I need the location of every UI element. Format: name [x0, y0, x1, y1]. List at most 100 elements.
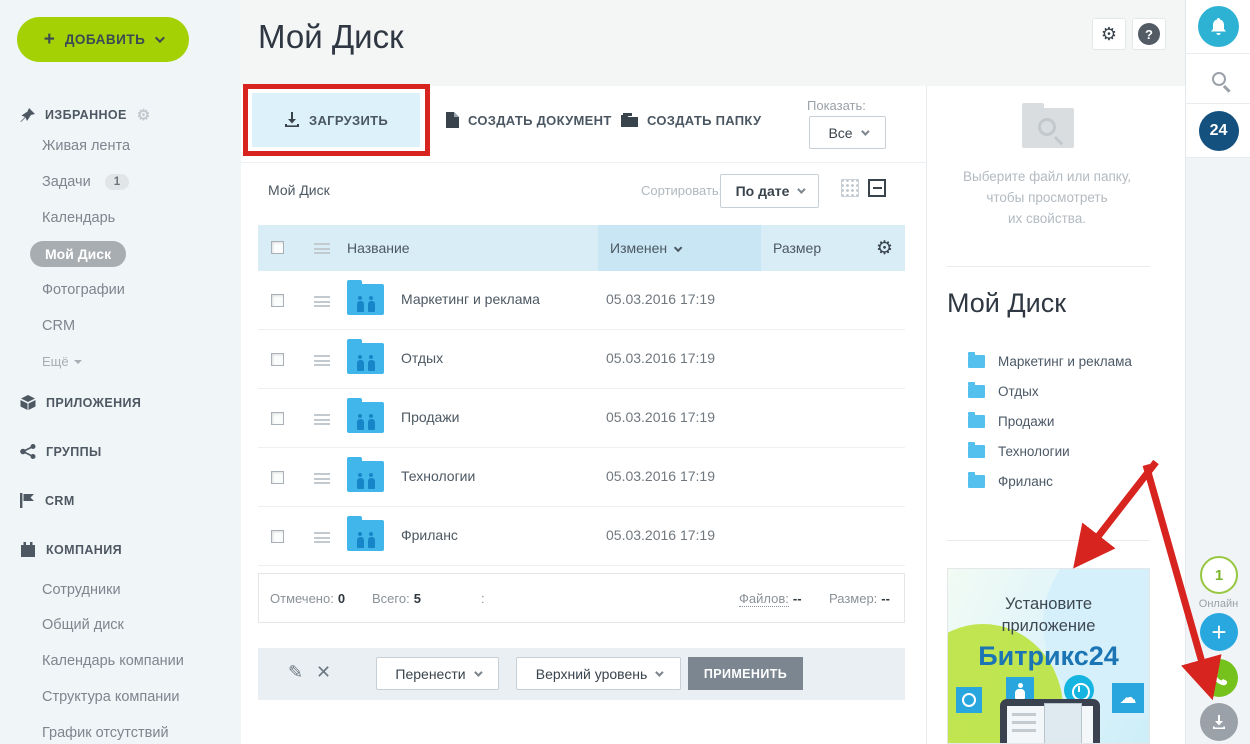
upload-button[interactable]: ЗАГРУЗИТЬ	[252, 93, 420, 147]
row-checkbox[interactable]	[271, 530, 284, 543]
row-drag-icon[interactable]	[314, 414, 330, 425]
tree-item-sales[interactable]: Продажи	[968, 412, 1054, 429]
table-settings-gear-icon[interactable]: ⚙	[876, 237, 893, 260]
sidebar-item-shared-disk[interactable]: Общий диск	[42, 617, 124, 633]
cloud-app-icon: ☁	[1112, 683, 1144, 713]
create-folder-button[interactable]: СОЗДАТЬ ПАПКУ	[621, 93, 761, 147]
folder-icon	[621, 113, 638, 127]
delete-x-icon[interactable]: ✕	[316, 662, 331, 683]
favorites-gear-icon[interactable]: ⚙	[137, 106, 151, 124]
sidebar-section-crm[interactable]: CRM	[20, 493, 75, 508]
sidebar-section-groups[interactable]: ГРУППЫ	[20, 444, 102, 459]
column-size[interactable]: Размер	[773, 240, 821, 256]
list-view-button[interactable]	[868, 179, 886, 197]
banner-line2: приложение	[1001, 617, 1096, 635]
help-button[interactable]: ?	[1132, 18, 1166, 50]
row-drag-icon[interactable]	[314, 473, 330, 484]
row-checkbox[interactable]	[271, 412, 284, 425]
search-button[interactable]	[1186, 54, 1250, 104]
grid-view-button[interactable]	[841, 179, 859, 197]
row-name[interactable]: Технологии	[401, 468, 475, 484]
badge-24: 24	[1198, 110, 1239, 151]
banner-brand: Битрикс24	[978, 641, 1119, 671]
groups-label: ГРУППЫ	[46, 444, 102, 459]
row-name[interactable]: Фриланс	[401, 527, 458, 543]
sort-select[interactable]: По дате	[720, 174, 819, 208]
sidebar-section-favorites[interactable]: ИЗБРАННОЕ ⚙	[20, 106, 151, 124]
apply-button[interactable]: ПРИМЕНИТЬ	[688, 657, 803, 690]
add-button-label: ДОБАВИТЬ	[64, 32, 146, 47]
online-users-badge[interactable]: 1	[1200, 556, 1238, 594]
row-drag-icon[interactable]	[314, 296, 330, 307]
sidebar-item-photos[interactable]: Фотографии	[42, 282, 125, 298]
sidebar-item-employees[interactable]: Сотрудники	[42, 582, 121, 598]
sidebar-section-company[interactable]: КОМПАНИЯ	[20, 542, 122, 557]
sidebar-item-crm[interactable]: CRM	[42, 318, 75, 334]
sidebar-item-company-structure[interactable]: Структура компании	[42, 689, 179, 705]
phone-button[interactable]	[1200, 659, 1238, 697]
caret-down-icon	[73, 360, 82, 364]
settings-button[interactable]: ⚙	[1092, 18, 1126, 50]
invite-plus-button[interactable]: +	[1200, 613, 1238, 651]
chevron-down-icon	[155, 33, 166, 44]
row-drag-icon[interactable]	[314, 355, 330, 366]
tree-item-freelance[interactable]: Фриланс	[968, 472, 1053, 489]
tree-item-label: Фриланс	[998, 474, 1053, 489]
sidebar-item-absence-chart[interactable]: График отсутствий	[42, 725, 169, 741]
divider	[947, 540, 1150, 541]
company-castle-icon	[21, 542, 35, 557]
menu-handle-icon[interactable]	[314, 243, 330, 254]
sidebar-item-more[interactable]: Ещё	[42, 354, 82, 369]
sidebar-item-calendar[interactable]: Календарь	[42, 210, 115, 226]
target-level-select[interactable]: Верхний уровень	[516, 657, 681, 690]
notifications-button[interactable]	[1186, 0, 1250, 54]
right-rail: 24 1 Онлайн +	[1185, 0, 1250, 744]
add-button[interactable]: + ДОБАВИТЬ	[17, 17, 189, 62]
table-row[interactable]: Продажи 05.03.2016 17:19	[258, 389, 905, 448]
row-checkbox[interactable]	[271, 294, 284, 307]
online-count: 1	[1214, 566, 1224, 584]
bitrix24-app-banner[interactable]: Установите приложение Битрикс24 ☁	[947, 568, 1150, 744]
bitrix24-badge[interactable]: 24	[1186, 104, 1250, 158]
table-row[interactable]: Маркетинг и реклама 05.03.2016 17:19	[258, 271, 905, 330]
row-checkbox[interactable]	[271, 471, 284, 484]
chevron-down-icon	[860, 126, 870, 136]
sidebar-item-live-feed[interactable]: Живая лента	[42, 138, 130, 154]
row-drag-icon[interactable]	[314, 532, 330, 543]
breadcrumb[interactable]: Мой Диск	[268, 182, 330, 198]
upload-label: ЗАГРУЗИТЬ	[309, 112, 388, 128]
move-select[interactable]: Перенести	[376, 657, 499, 690]
tasks-badge: 1	[104, 174, 130, 190]
edit-pencil-icon[interactable]: ✎	[288, 662, 303, 683]
show-label: Показать:	[807, 98, 866, 113]
sidebar-item-tasks[interactable]: Задачи 1	[42, 174, 130, 190]
chevron-down-icon	[473, 667, 483, 677]
download-app-button[interactable]	[1200, 703, 1238, 741]
colon-separator: :	[481, 591, 485, 606]
tree-item-marketing[interactable]: Маркетинг и реклама	[968, 352, 1132, 369]
sidebar-section-apps[interactable]: ПРИЛОЖЕНИЯ	[20, 395, 141, 410]
show-filter-select[interactable]: Все	[809, 116, 886, 149]
row-name[interactable]: Маркетинг и реклама	[401, 291, 540, 307]
table-row[interactable]: Фриланс 05.03.2016 17:19	[258, 507, 905, 566]
sidebar-item-my-disk-active[interactable]: Мой Диск	[30, 241, 127, 267]
table-row[interactable]: Отдых 05.03.2016 17:19	[258, 330, 905, 389]
row-checkbox[interactable]	[271, 353, 284, 366]
table-row[interactable]: Технологии 05.03.2016 17:19	[258, 448, 905, 507]
row-modified: 05.03.2016 17:19	[606, 527, 715, 543]
column-modified[interactable]: Изменен	[610, 240, 683, 256]
tree-item-technology[interactable]: Технологии	[968, 442, 1070, 459]
files-count[interactable]: Файлов: --	[739, 591, 802, 607]
divider	[947, 266, 1150, 267]
magnifier-icon	[1038, 118, 1056, 136]
select-all-checkbox[interactable]	[271, 241, 284, 254]
create-document-button[interactable]: СОЗДАТЬ ДОКУМЕНТ	[446, 93, 612, 147]
shared-folder-icon	[347, 457, 384, 492]
row-name[interactable]: Отдых	[401, 350, 443, 366]
tree-item-rest[interactable]: Отдых	[968, 382, 1039, 399]
row-modified: 05.03.2016 17:19	[606, 468, 715, 484]
sidebar-item-company-calendar[interactable]: Календарь компании	[42, 653, 184, 669]
row-name[interactable]: Продажи	[401, 409, 459, 425]
summary-bar: Отмечено: 0 Всего: 5 : Файлов: -- Размер: --	[258, 573, 905, 623]
column-name[interactable]: Название	[347, 240, 410, 256]
